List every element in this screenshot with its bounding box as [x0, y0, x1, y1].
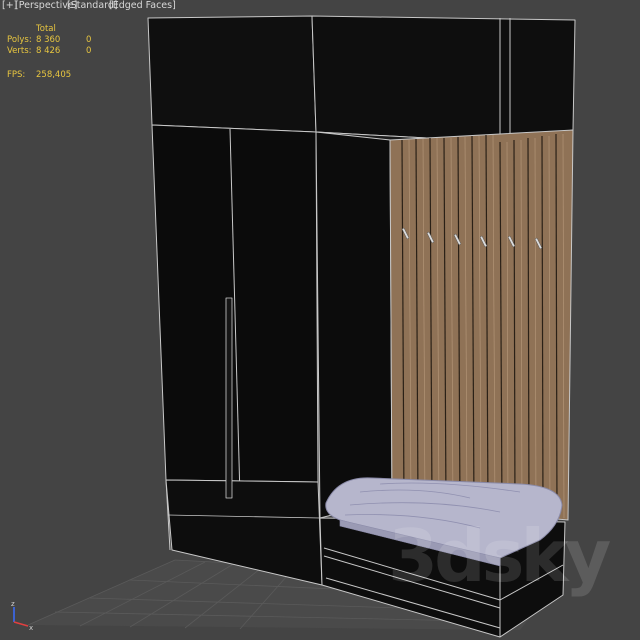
stats-verts-label: Verts:	[7, 46, 32, 56]
axis-gizmo: z x	[11, 600, 33, 632]
stats-fps-label: FPS:	[7, 70, 26, 80]
wood-slat-panel	[389, 129, 574, 521]
stats-polys-label: Polys:	[7, 35, 32, 45]
niche-side-panel	[315, 131, 393, 519]
stats-total-header: Total	[36, 24, 56, 34]
top-cabinet[interactable]	[311, 15, 576, 151]
z-axis-label: z	[11, 600, 15, 608]
stats-fps-value: 258,405	[36, 70, 72, 80]
viewport-edged-faces-menu[interactable]: [Edged Faces]	[109, 0, 176, 12]
stats-polys-selected: 0	[86, 35, 92, 45]
stats-verts-selected: 0	[86, 46, 92, 56]
stats-polys-total: 8 360	[36, 35, 61, 45]
stats-verts-total: 8 426	[36, 46, 61, 56]
x-axis-line	[13, 621, 29, 627]
watermark-logo: 3dsky	[388, 514, 611, 598]
x-axis-label: x	[29, 624, 33, 632]
left-wardrobe[interactable]	[147, 15, 323, 586]
perspective-viewport[interactable]: z x [+] [Perspective] [Standard] [Edged …	[0, 0, 640, 640]
